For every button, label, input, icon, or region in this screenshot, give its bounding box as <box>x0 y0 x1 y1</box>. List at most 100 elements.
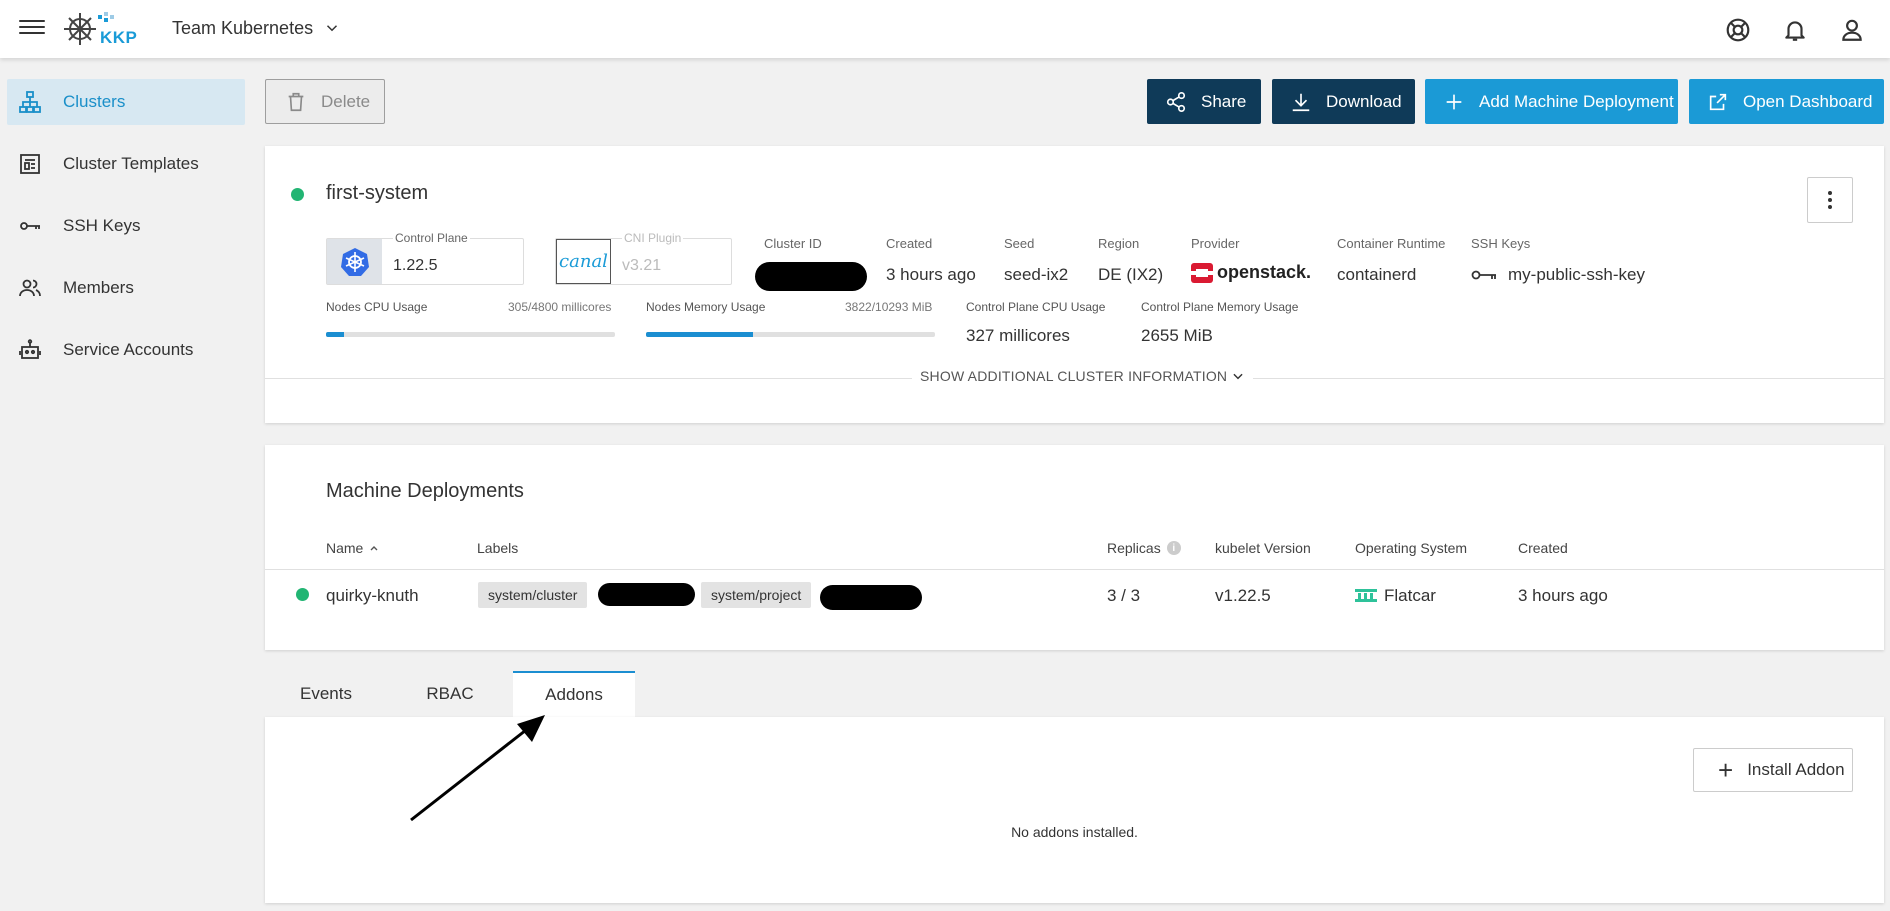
sidebar-item-label: Clusters <box>63 92 126 111</box>
open-dashboard-button[interactable]: Open Dashboard <box>1689 79 1884 124</box>
canal-logo-text: canal <box>559 251 608 272</box>
share-button[interactable]: Share <box>1147 79 1261 124</box>
notifications-icon[interactable] <box>1782 17 1808 43</box>
download-label: Download <box>1326 91 1402 111</box>
sidebar-item-label: SSH Keys <box>63 216 141 235</box>
column-header-name[interactable]: Name <box>326 540 379 556</box>
md-os: Flatcar <box>1384 586 1436 605</box>
seed-label: Seed <box>1004 236 1035 251</box>
cluster-details-card: first-system Control Plane 1.22.5 canal … <box>265 146 1884 423</box>
sidebar-item-label: Members <box>63 278 134 297</box>
members-icon <box>19 279 41 297</box>
tab-events[interactable]: Events <box>276 671 376 717</box>
sidebar-item-cluster-templates[interactable]: Cluster Templates <box>7 141 245 187</box>
chevron-down-icon <box>327 25 338 32</box>
container-runtime-value: containerd <box>1337 265 1417 284</box>
column-header-label: Labels <box>477 540 519 556</box>
control-plane-label: Control Plane <box>393 231 470 245</box>
template-icon <box>20 154 40 174</box>
column-header-label: Replicas <box>1107 540 1161 556</box>
control-plane-version-field: Control Plane 1.22.5 <box>326 231 524 285</box>
show-additional-info-toggle[interactable]: SHOW ADDITIONAL CLUSTER INFORMATION <box>912 368 1254 384</box>
created-label: Created <box>886 236 933 251</box>
tab-label: Addons <box>545 685 603 704</box>
external-link-icon <box>1709 93 1727 110</box>
download-button[interactable]: Download <box>1272 79 1415 124</box>
table-header-divider <box>265 569 1884 570</box>
nodes-cpu-usage-label: Nodes CPU Usage <box>326 300 428 314</box>
md-status-dot <box>296 588 309 601</box>
plus-icon: + <box>1718 755 1734 785</box>
share-label: Share <box>1201 91 1247 111</box>
open-dashboard-label: Open Dashboard <box>1743 91 1873 111</box>
container-runtime-label: Container Runtime <box>1337 236 1446 251</box>
column-header-label: Name <box>326 540 364 556</box>
sidebar-item-label: Cluster Templates <box>63 154 199 173</box>
tab-label: RBAC <box>426 684 474 703</box>
cp-memory-usage-label: Control Plane Memory Usage <box>1141 300 1299 314</box>
provider-value: openstack. <box>1217 262 1312 282</box>
cluster-icon <box>19 91 41 113</box>
canal-logo: canal <box>556 239 611 284</box>
nodes-cpu-usage-value: 305/4800 millicores <box>508 300 612 314</box>
key-icon <box>20 222 40 230</box>
add-machine-deployment-button[interactable]: Add Machine Deployment <box>1425 79 1678 124</box>
column-header-replicas: Replicas i <box>1107 540 1181 556</box>
column-header-label: Operating System <box>1355 540 1468 556</box>
cp-memory-usage-value: 2655 MiB <box>1141 326 1213 345</box>
cni-plugin-field: canal CNI Plugin v3.21 <box>555 231 732 285</box>
nodes-cpu-usage-fill <box>326 332 345 337</box>
md-name: quirky-knuth <box>326 586 419 605</box>
column-header-kubelet-version: kubelet Version <box>1215 540 1311 556</box>
sidebar-item-members[interactable]: Members <box>7 265 245 311</box>
cp-cpu-usage-value: 327 millicores <box>966 326 1070 345</box>
machine-deployments-card: Machine Deployments Name Labels Replicas… <box>265 445 1884 650</box>
addons-card: + Install Addon No addons installed. <box>265 717 1884 903</box>
control-plane-version: 1.22.5 <box>393 257 438 274</box>
cni-plugin-label: CNI Plugin <box>622 231 684 245</box>
install-addon-label: Install Addon <box>1747 760 1845 779</box>
cluster-status-dot <box>291 188 304 201</box>
sidebar-item-clusters[interactable]: Clusters <box>7 79 245 125</box>
column-header-operating-system: Operating System <box>1355 540 1467 556</box>
project-selector[interactable]: Team Kubernetes <box>172 14 341 42</box>
cluster-name: first-system <box>326 182 429 204</box>
provider-logo: openstack. <box>1191 262 1311 283</box>
more-options-button[interactable] <box>1807 177 1853 223</box>
sidebar-item-ssh-keys[interactable]: SSH Keys <box>7 203 245 249</box>
sidebar: Clusters Cluster Templates SSH Keys Memb… <box>0 58 254 911</box>
tab-rbac[interactable]: RBAC <box>400 671 500 717</box>
column-header-label: kubelet Version <box>1215 540 1311 556</box>
label-chip: system/cluster <box>478 582 588 608</box>
delete-button[interactable]: Delete <box>265 79 385 124</box>
menu-icon[interactable] <box>19 16 45 38</box>
help-icon[interactable] <box>1725 17 1751 43</box>
sort-ascending-icon <box>370 546 378 551</box>
nodes-memory-usage-fill <box>646 332 754 337</box>
nodes-cpu-usage-bar <box>326 332 615 337</box>
share-icon <box>1166 91 1186 112</box>
tab-label: Events <box>300 684 352 703</box>
created-value: 3 hours ago <box>886 265 976 284</box>
trash-icon <box>288 92 304 111</box>
sidebar-item-label: Service Accounts <box>63 340 194 359</box>
add-md-label: Add Machine Deployment <box>1479 91 1674 111</box>
provider-label: Provider <box>1191 236 1240 251</box>
column-header-label: Created <box>1518 540 1568 556</box>
top-bar: KKP Team Kubernetes <box>0 0 1890 58</box>
kkp-logo[interactable]: KKP <box>62 9 137 49</box>
tab-addons[interactable]: Addons <box>513 671 635 717</box>
label-value-redacted <box>820 585 922 610</box>
download-icon <box>1292 93 1310 111</box>
sidebar-item-service-accounts[interactable]: Service Accounts <box>7 327 245 373</box>
info-icon[interactable]: i <box>1166 541 1181 555</box>
machine-deployments-title: Machine Deployments <box>326 480 524 502</box>
label-chip: system/project <box>701 582 812 608</box>
robot-icon <box>19 339 41 359</box>
seed-value: seed-ix2 <box>1004 265 1069 284</box>
ssh-keys-label: SSH Keys <box>1471 236 1531 251</box>
account-icon[interactable] <box>1839 17 1865 43</box>
delete-label: Delete <box>321 91 371 111</box>
install-addon-button[interactable]: + Install Addon <box>1693 748 1853 792</box>
nodes-memory-usage-label: Nodes Memory Usage <box>646 300 766 314</box>
